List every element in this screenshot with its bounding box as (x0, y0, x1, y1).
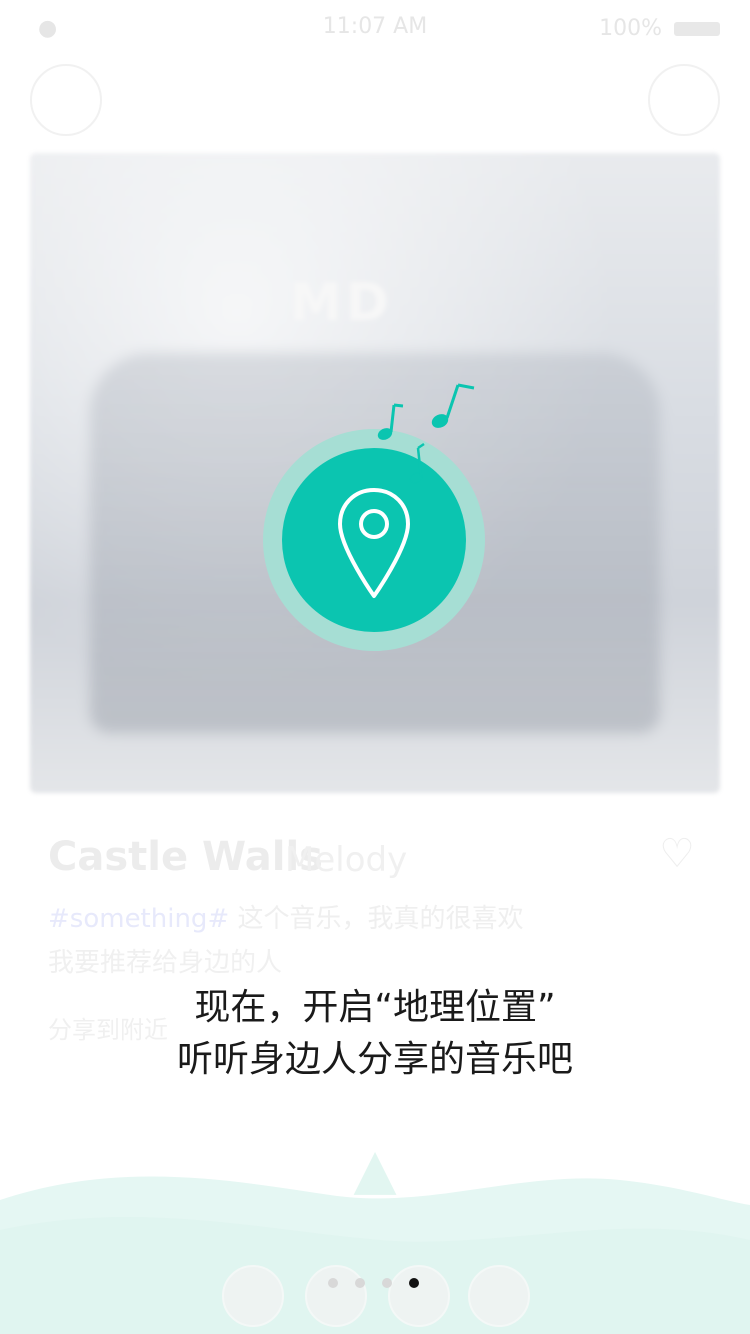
share-button (648, 64, 720, 136)
avatar (388, 1265, 450, 1327)
status-time: 11:07 AM (322, 14, 428, 39)
avatar (468, 1265, 530, 1327)
song-description: #something# 这个音乐，我真的很喜欢 (48, 898, 524, 935)
page-dot[interactable] (355, 1278, 365, 1288)
song-subtitle: Melody (285, 840, 408, 880)
prompt-line-1: 现在，开启“地理位置” (194, 987, 556, 1028)
battery-icon (674, 22, 720, 36)
song-tag: #something# (48, 904, 230, 934)
location-pin-icon (338, 488, 410, 598)
heart-icon: ♡ (659, 831, 695, 877)
page-indicator (328, 1278, 419, 1292)
page-dot[interactable] (382, 1278, 392, 1288)
avatar (222, 1265, 284, 1327)
description-text: 这个音乐，我真的很喜欢 (237, 904, 524, 934)
status-bar: ● 11:07 AM 100% (0, 0, 750, 56)
song-title: Castle Walls (48, 834, 323, 880)
page-dot[interactable] (328, 1278, 338, 1288)
signal-icon: ● (38, 16, 58, 41)
prompt-line-2: 听听身边人分享的音乐吧 (176, 1039, 573, 1080)
avatar (305, 1265, 367, 1327)
photo-logo: MD (290, 273, 393, 333)
location-button (30, 64, 102, 136)
background-faded-ui: ● 11:07 AM 100% MD Castle Walls Melody ♡… (0, 0, 750, 1334)
music-notes-icon (377, 383, 475, 484)
up-arrow-icon: ▲ (353, 1137, 397, 1202)
battery-percent: 100% (599, 16, 662, 41)
page-dot-active[interactable] (409, 1278, 419, 1288)
location-prompt-text: 现在，开启“地理位置” 听听身边人分享的音乐吧 (0, 982, 750, 1086)
description-line-2: 我要推荐给身边的人 (48, 948, 283, 978)
